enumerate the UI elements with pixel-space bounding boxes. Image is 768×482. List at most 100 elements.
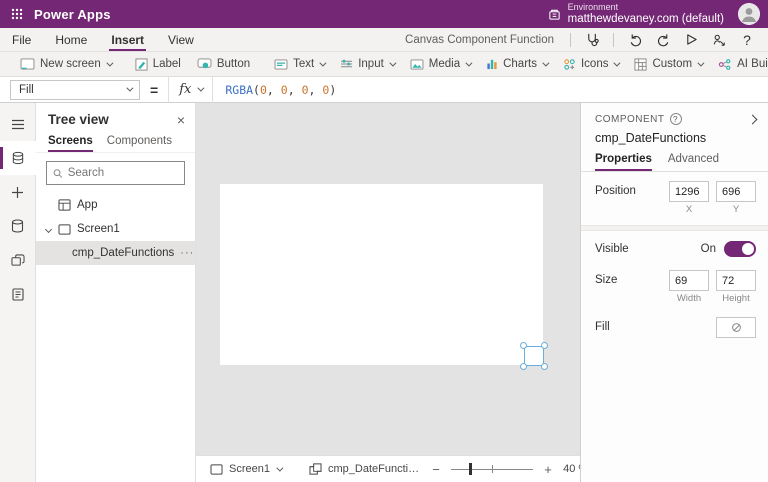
media-menu[interactable]: Media [402, 52, 478, 77]
visible-state: On [701, 243, 716, 255]
y-label: Y [733, 204, 739, 215]
statusbar-screen-tab[interactable]: Screen1 [204, 463, 287, 475]
menu-home[interactable]: Home [43, 28, 99, 51]
property-selector[interactable]: Fill [10, 80, 140, 100]
help-icon[interactable]: ? [734, 29, 760, 51]
button-icon [197, 58, 212, 70]
tree-row-screen1[interactable]: Screen1 [36, 217, 195, 241]
chevron-down-icon [697, 59, 704, 66]
ai-builder-icon [718, 58, 732, 71]
screen-icon [210, 464, 223, 475]
component-icon [309, 463, 322, 475]
resize-handle-top-left[interactable] [520, 342, 527, 349]
button-button[interactable]: Button [189, 52, 258, 77]
environment-name: matthewdevaney.com (default) [568, 13, 724, 26]
resize-handle-top-right[interactable] [541, 342, 548, 349]
main-body: Tree view × Screens Components App Scree… [0, 103, 768, 482]
avatar[interactable] [738, 3, 760, 25]
charts-icon [486, 58, 498, 70]
menu-view[interactable]: View [156, 28, 206, 51]
waffle-menu-icon[interactable] [0, 0, 34, 28]
preview-play-icon[interactable] [678, 29, 704, 51]
height-label: Height [722, 293, 749, 304]
menu-file[interactable]: File [0, 28, 43, 51]
row-options-icon[interactable]: ··· [180, 247, 194, 259]
ai-builder-menu[interactable]: AI Builder [710, 52, 768, 77]
properties-panel-header: COMPONENT ? [581, 103, 768, 127]
new-screen-button[interactable]: New screen [12, 52, 119, 77]
environment-label: Environment [568, 3, 724, 13]
rail-tree-view-icon[interactable] [0, 141, 36, 175]
tree-row-app[interactable]: App [36, 193, 195, 217]
tab-screens[interactable]: Screens [48, 135, 93, 152]
tab-components[interactable]: Components [107, 135, 172, 152]
properties-panel: COMPONENT ? cmp_DateFunctions Properties… [580, 103, 768, 482]
visible-toggle[interactable] [724, 241, 756, 257]
height-input[interactable] [716, 270, 756, 291]
fill-color-swatch[interactable] [716, 317, 756, 338]
properties-tabs: Properties Advanced [581, 151, 768, 172]
charts-menu[interactable]: Charts [478, 52, 555, 77]
design-canvas[interactable] [196, 103, 580, 455]
app-checker-icon[interactable] [579, 29, 605, 51]
resize-handle-bottom-left[interactable] [520, 363, 527, 370]
zoom-slider-thumb[interactable] [469, 463, 472, 475]
environment-switcher[interactable]: Environment matthewdevaney.com (default) [538, 0, 734, 28]
size-label: Size [595, 270, 617, 286]
rail-advanced-tools-icon[interactable] [0, 277, 36, 311]
redo-icon[interactable] [650, 29, 676, 51]
resize-handle-bottom-right[interactable] [541, 363, 548, 370]
formula-input[interactable]: RGBA(0, 0, 0, 0) [213, 83, 768, 97]
undo-icon[interactable] [622, 29, 648, 51]
toggle-knob [742, 243, 754, 255]
tab-advanced[interactable]: Advanced [668, 153, 719, 171]
menu-insert[interactable]: Insert [99, 28, 156, 51]
position-row: Position X Y [581, 172, 768, 219]
statusbar-component-tab[interactable]: cmp_DateFuncti… [303, 463, 425, 475]
search-box[interactable] [46, 161, 185, 185]
zoom-slider-midpoint [492, 465, 493, 473]
position-y-input[interactable] [716, 181, 756, 202]
zoom-in-button[interactable]: + [541, 462, 555, 477]
tree-row-component[interactable]: cmp_DateFunctions ··· [36, 241, 195, 265]
screen-icon [58, 224, 71, 235]
tab-properties[interactable]: Properties [595, 153, 652, 171]
search-icon [53, 168, 63, 179]
chevron-down-icon [542, 59, 549, 66]
rail-media-icon[interactable] [0, 243, 36, 277]
divider [292, 460, 298, 477]
fx-label: fx [179, 82, 191, 97]
help-circle-icon[interactable]: ? [670, 113, 682, 125]
text-menu[interactable]: Text [266, 52, 332, 77]
zoom-out-button[interactable]: − [429, 462, 443, 477]
tree-view-panel: Tree view × Screens Components App Scree… [36, 103, 196, 482]
search-input[interactable] [68, 167, 178, 179]
rail-data-icon[interactable] [0, 209, 36, 243]
visible-label: Visible [595, 243, 629, 255]
chevron-down-icon[interactable] [45, 225, 52, 232]
tree-view-tabs: Screens Components [36, 133, 195, 153]
media-icon [410, 59, 424, 70]
width-input[interactable] [669, 270, 709, 291]
fill-label: Fill [595, 317, 610, 333]
input-menu[interactable]: Input [332, 52, 402, 77]
selected-component[interactable] [524, 346, 544, 366]
share-icon[interactable] [706, 29, 732, 51]
insert-ribbon: New screen Label Button Text Input Media [0, 52, 768, 77]
icons-menu[interactable]: Icons [555, 52, 627, 77]
left-rail [0, 103, 36, 482]
zoom-slider[interactable] [451, 462, 533, 476]
custom-menu[interactable]: Custom [626, 52, 710, 77]
equals-sign: = [150, 82, 158, 98]
position-x-input[interactable] [669, 181, 709, 202]
tree-view-title: Tree view [48, 112, 109, 127]
label-button[interactable]: Label [127, 52, 189, 77]
screen-artboard[interactable] [220, 184, 543, 365]
close-icon[interactable]: × [177, 113, 185, 127]
fx-selector[interactable]: fx [168, 77, 213, 103]
rail-hamburger-icon[interactable] [0, 107, 36, 141]
status-bar: Screen1 cmp_DateFuncti… − + 40 % [196, 455, 580, 482]
chevron-down-icon [465, 59, 472, 66]
rail-insert-icon[interactable] [0, 175, 36, 209]
collapse-panel-icon[interactable] [748, 114, 758, 124]
